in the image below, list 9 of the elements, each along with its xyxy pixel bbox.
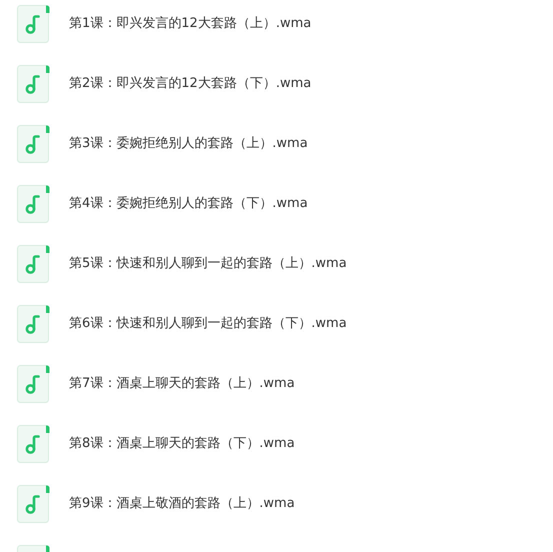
file-name[interactable]: 第5课：快速和别人聊到一起的套路（上）.wma <box>69 254 347 274</box>
file-name[interactable]: 第8课：酒桌上聊天的套路（下）.wma <box>69 434 295 454</box>
file-name[interactable]: 第3课：委婉拒绝别人的套路（上）.wma <box>69 134 308 154</box>
file-name[interactable]: 第6课：快速和别人聊到一起的套路（下）.wma <box>69 314 347 334</box>
file-name[interactable]: 第7课：酒桌上聊天的套路（上）.wma <box>69 374 295 394</box>
file-name[interactable]: 第1课：即兴发言的12大套路（上）.wma <box>69 14 312 34</box>
file-name[interactable]: 第9课：酒桌上敬酒的套路（上）.wma <box>69 494 295 514</box>
file-name[interactable]: 第2课：即兴发言的12大套路（下）.wma <box>69 74 312 94</box>
file-name[interactable]: 第4课：委婉拒绝别人的套路（下）.wma <box>69 194 308 214</box>
